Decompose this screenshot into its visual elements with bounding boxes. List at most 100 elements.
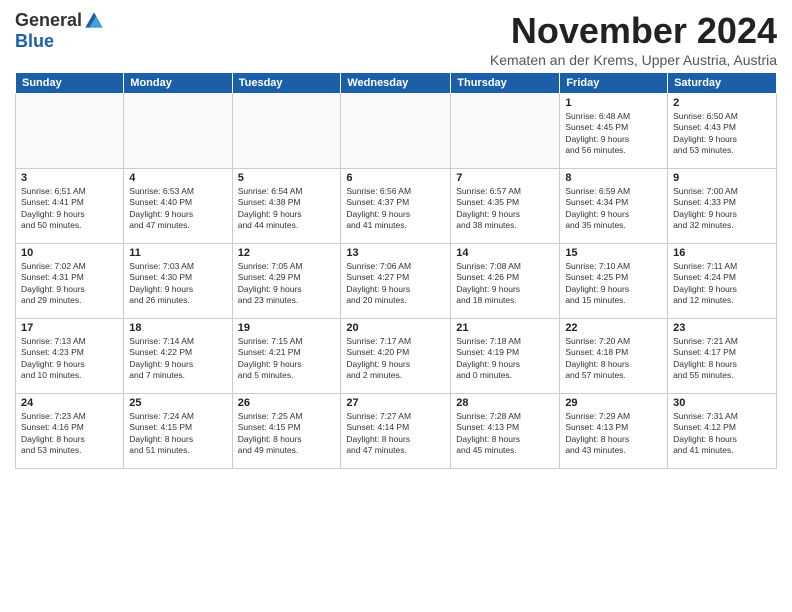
day-info: Sunrise: 7:10 AM Sunset: 4:25 PM Dayligh… bbox=[565, 261, 662, 307]
day-number: 12 bbox=[238, 247, 336, 259]
calendar-cell: 7 Sunrise: 6:57 AM Sunset: 4:35 PM Daylig… bbox=[451, 169, 560, 244]
calendar-cell: 29 Sunrise: 7:29 AM Sunset: 4:13 PM Dayli… bbox=[560, 394, 668, 469]
day-number: 10 bbox=[21, 247, 118, 259]
calendar-cell: 12 Sunrise: 7:05 AM Sunset: 4:29 PM Dayli… bbox=[232, 244, 341, 319]
calendar-week-0: 1 Sunrise: 6:48 AM Sunset: 4:45 PM Daylig… bbox=[16, 94, 777, 169]
day-number: 17 bbox=[21, 322, 118, 334]
location-title: Kematen an der Krems, Upper Austria, Aus… bbox=[490, 52, 777, 68]
header-area: General Blue November 2024 Kematen an de… bbox=[15, 10, 777, 68]
day-info: Sunrise: 6:48 AM Sunset: 4:45 PM Dayligh… bbox=[565, 111, 662, 157]
day-number: 28 bbox=[456, 397, 554, 409]
day-info: Sunrise: 7:21 AM Sunset: 4:17 PM Dayligh… bbox=[673, 336, 771, 382]
calendar-cell: 3Sunrise: 6:51 AM Sunset: 4:41 PM Daylig… bbox=[16, 169, 124, 244]
day-number: 20 bbox=[346, 322, 445, 334]
calendar-cell bbox=[451, 94, 560, 169]
calendar-header-row: SundayMondayTuesdayWednesdayThursdayFrid… bbox=[16, 73, 777, 94]
calendar-header-monday: Monday bbox=[124, 73, 232, 94]
calendar-header-sunday: Sunday bbox=[16, 73, 124, 94]
page: General Blue November 2024 Kematen an de… bbox=[0, 0, 792, 612]
calendar-cell: 8 Sunrise: 6:59 AM Sunset: 4:34 PM Daylig… bbox=[560, 169, 668, 244]
day-info: Sunrise: 7:05 AM Sunset: 4:29 PM Dayligh… bbox=[238, 261, 336, 307]
calendar-cell bbox=[341, 94, 451, 169]
calendar-week-3: 17 Sunrise: 7:13 AM Sunset: 4:23 PM Dayli… bbox=[16, 319, 777, 394]
day-info: Sunrise: 7:24 AM Sunset: 4:15 PM Dayligh… bbox=[129, 411, 226, 457]
day-info: Sunrise: 7:31 AM Sunset: 4:12 PM Dayligh… bbox=[673, 411, 771, 457]
calendar-cell: 13 Sunrise: 7:06 AM Sunset: 4:27 PM Dayli… bbox=[341, 244, 451, 319]
logo-general-text: General bbox=[15, 10, 82, 31]
calendar-cell: 15 Sunrise: 7:10 AM Sunset: 4:25 PM Dayli… bbox=[560, 244, 668, 319]
day-info: Sunrise: 7:03 AM Sunset: 4:30 PM Dayligh… bbox=[129, 261, 226, 307]
calendar-cell bbox=[232, 94, 341, 169]
calendar-cell: 24 Sunrise: 7:23 AM Sunset: 4:16 PM Dayli… bbox=[16, 394, 124, 469]
logo-blue-text: Blue bbox=[15, 31, 54, 52]
day-info: Sunrise: 7:02 AM Sunset: 4:31 PM Dayligh… bbox=[21, 261, 118, 307]
calendar-cell: 17 Sunrise: 7:13 AM Sunset: 4:23 PM Dayli… bbox=[16, 319, 124, 394]
day-number: 23 bbox=[673, 322, 771, 334]
day-info: Sunrise: 6:51 AM Sunset: 4:41 PM Dayligh… bbox=[21, 186, 118, 232]
calendar-cell: 5Sunrise: 6:54 AM Sunset: 4:38 PM Daylig… bbox=[232, 169, 341, 244]
day-number: 1 bbox=[565, 97, 662, 109]
day-number: 6 bbox=[346, 172, 445, 184]
day-info: Sunrise: 6:50 AM Sunset: 4:43 PM Dayligh… bbox=[673, 111, 771, 157]
day-number: 24 bbox=[21, 397, 118, 409]
day-number: 18 bbox=[129, 322, 226, 334]
calendar-cell: 6 Sunrise: 6:56 AM Sunset: 4:37 PM Daylig… bbox=[341, 169, 451, 244]
day-info: Sunrise: 6:59 AM Sunset: 4:34 PM Dayligh… bbox=[565, 186, 662, 232]
day-number: 25 bbox=[129, 397, 226, 409]
day-info: Sunrise: 7:20 AM Sunset: 4:18 PM Dayligh… bbox=[565, 336, 662, 382]
calendar-table: SundayMondayTuesdayWednesdayThursdayFrid… bbox=[15, 72, 777, 469]
day-number: 5 bbox=[238, 172, 336, 184]
logo: General Blue bbox=[15, 10, 104, 52]
day-number: 11 bbox=[129, 247, 226, 259]
calendar-cell: 16 Sunrise: 7:11 AM Sunset: 4:24 PM Dayli… bbox=[668, 244, 777, 319]
day-number: 16 bbox=[673, 247, 771, 259]
logo-icon bbox=[84, 11, 104, 31]
day-info: Sunrise: 7:23 AM Sunset: 4:16 PM Dayligh… bbox=[21, 411, 118, 457]
day-info: Sunrise: 7:00 AM Sunset: 4:33 PM Dayligh… bbox=[673, 186, 771, 232]
day-number: 15 bbox=[565, 247, 662, 259]
day-number: 2 bbox=[673, 97, 771, 109]
day-info: Sunrise: 7:15 AM Sunset: 4:21 PM Dayligh… bbox=[238, 336, 336, 382]
calendar-cell: 23 Sunrise: 7:21 AM Sunset: 4:17 PM Dayli… bbox=[668, 319, 777, 394]
day-info: Sunrise: 6:53 AM Sunset: 4:40 PM Dayligh… bbox=[129, 186, 226, 232]
day-info: Sunrise: 7:25 AM Sunset: 4:15 PM Dayligh… bbox=[238, 411, 336, 457]
calendar-cell: 18Sunrise: 7:14 AM Sunset: 4:22 PM Dayli… bbox=[124, 319, 232, 394]
day-info: Sunrise: 7:13 AM Sunset: 4:23 PM Dayligh… bbox=[21, 336, 118, 382]
calendar-header-wednesday: Wednesday bbox=[341, 73, 451, 94]
day-info: Sunrise: 7:17 AM Sunset: 4:20 PM Dayligh… bbox=[346, 336, 445, 382]
calendar-cell: 1 Sunrise: 6:48 AM Sunset: 4:45 PM Daylig… bbox=[560, 94, 668, 169]
day-number: 7 bbox=[456, 172, 554, 184]
day-number: 19 bbox=[238, 322, 336, 334]
day-number: 8 bbox=[565, 172, 662, 184]
day-info: Sunrise: 6:57 AM Sunset: 4:35 PM Dayligh… bbox=[456, 186, 554, 232]
day-number: 22 bbox=[565, 322, 662, 334]
calendar-header-saturday: Saturday bbox=[668, 73, 777, 94]
day-number: 13 bbox=[346, 247, 445, 259]
day-number: 21 bbox=[456, 322, 554, 334]
calendar-cell: 19 Sunrise: 7:15 AM Sunset: 4:21 PM Dayli… bbox=[232, 319, 341, 394]
day-info: Sunrise: 7:06 AM Sunset: 4:27 PM Dayligh… bbox=[346, 261, 445, 307]
calendar-header-tuesday: Tuesday bbox=[232, 73, 341, 94]
calendar-cell: 26Sunrise: 7:25 AM Sunset: 4:15 PM Dayli… bbox=[232, 394, 341, 469]
title-area: November 2024 Kematen an der Krems, Uppe… bbox=[490, 10, 777, 68]
calendar-cell: 27Sunrise: 7:27 AM Sunset: 4:14 PM Dayli… bbox=[341, 394, 451, 469]
calendar-cell: 4 Sunrise: 6:53 AM Sunset: 4:40 PM Daylig… bbox=[124, 169, 232, 244]
calendar-cell: 20 Sunrise: 7:17 AM Sunset: 4:20 PM Dayli… bbox=[341, 319, 451, 394]
day-number: 4 bbox=[129, 172, 226, 184]
calendar-week-1: 3Sunrise: 6:51 AM Sunset: 4:41 PM Daylig… bbox=[16, 169, 777, 244]
day-number: 29 bbox=[565, 397, 662, 409]
day-info: Sunrise: 7:08 AM Sunset: 4:26 PM Dayligh… bbox=[456, 261, 554, 307]
day-info: Sunrise: 6:56 AM Sunset: 4:37 PM Dayligh… bbox=[346, 186, 445, 232]
calendar-cell: 9 Sunrise: 7:00 AM Sunset: 4:33 PM Daylig… bbox=[668, 169, 777, 244]
day-info: Sunrise: 7:18 AM Sunset: 4:19 PM Dayligh… bbox=[456, 336, 554, 382]
calendar-week-2: 10 Sunrise: 7:02 AM Sunset: 4:31 PM Dayli… bbox=[16, 244, 777, 319]
calendar-cell: 14 Sunrise: 7:08 AM Sunset: 4:26 PM Dayli… bbox=[451, 244, 560, 319]
day-number: 9 bbox=[673, 172, 771, 184]
day-number: 14 bbox=[456, 247, 554, 259]
day-info: Sunrise: 7:11 AM Sunset: 4:24 PM Dayligh… bbox=[673, 261, 771, 307]
day-info: Sunrise: 7:27 AM Sunset: 4:14 PM Dayligh… bbox=[346, 411, 445, 457]
day-info: Sunrise: 7:28 AM Sunset: 4:13 PM Dayligh… bbox=[456, 411, 554, 457]
day-info: Sunrise: 7:29 AM Sunset: 4:13 PM Dayligh… bbox=[565, 411, 662, 457]
calendar-cell bbox=[16, 94, 124, 169]
calendar-cell: 25 Sunrise: 7:24 AM Sunset: 4:15 PM Dayli… bbox=[124, 394, 232, 469]
